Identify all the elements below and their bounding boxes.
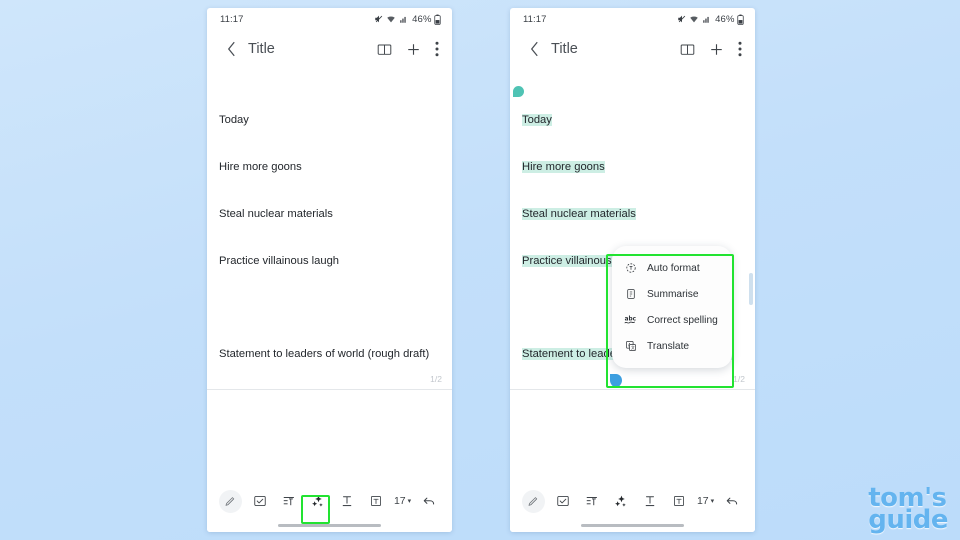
signal-icon <box>399 14 409 24</box>
add-icon[interactable] <box>406 42 421 57</box>
font-size-selector[interactable]: 17 ▾ <box>697 495 714 507</box>
note-line: Hire more goons <box>219 160 302 173</box>
translate-icon: A文 <box>624 339 638 353</box>
status-indicators: 46% <box>677 14 744 25</box>
note-line: Steal nuclear materials <box>522 207 741 223</box>
undo-icon[interactable] <box>419 491 440 512</box>
note-body[interactable]: Today Hire more goons Steal nuclear mate… <box>207 68 452 390</box>
menu-item-label: Translate <box>647 340 690 352</box>
add-icon[interactable] <box>709 42 724 57</box>
page-indicator: 1/2 <box>430 374 442 384</box>
view-mode-icon[interactable] <box>680 42 695 57</box>
menu-item-summarise[interactable]: Summarise <box>612 281 732 307</box>
app-header: Title <box>510 30 755 68</box>
battery-percent: 46% <box>412 13 432 25</box>
menu-item-auto-format[interactable]: Auto format <box>612 255 732 281</box>
auto-format-icon <box>624 261 638 275</box>
text-box-icon[interactable] <box>668 491 689 512</box>
mute-icon <box>677 14 687 24</box>
font-size-selector[interactable]: 17 ▾ <box>394 495 411 507</box>
system-nav-bar <box>510 518 755 532</box>
ai-assist-icon[interactable] <box>610 491 631 512</box>
font-size-value: 17 <box>696 495 709 507</box>
chevron-down-icon: ▾ <box>710 498 715 505</box>
status-indicators: 46% <box>374 14 441 25</box>
back-icon[interactable] <box>220 41 242 57</box>
page-title: Title <box>248 41 275 57</box>
editor-toolbar: 17 ▾ <box>510 484 755 518</box>
menu-item-translate[interactable]: A文 Translate <box>612 333 732 359</box>
battery-icon <box>737 14 744 25</box>
back-icon[interactable] <box>523 41 545 57</box>
font-size-value: 17 <box>393 495 406 507</box>
text-format-icon[interactable] <box>639 491 660 512</box>
selection-end-handle[interactable] <box>610 374 622 387</box>
ai-assist-icon[interactable] <box>307 491 328 512</box>
note-body[interactable]: Today Hire more goons Steal nuclear mate… <box>510 68 755 390</box>
status-time: 11:17 <box>220 13 244 25</box>
paragraph-format-icon[interactable] <box>279 491 300 512</box>
battery-icon <box>434 14 441 25</box>
svg-text:abc: abc <box>625 317 636 323</box>
note-line-text: Steal nuclear materials <box>522 207 636 220</box>
pen-icon[interactable] <box>522 489 545 513</box>
paragraph-format-icon[interactable] <box>582 491 603 512</box>
undo-icon[interactable] <box>722 491 743 512</box>
ai-context-menu: Auto format Summarise abc Correct spelli… <box>612 246 732 368</box>
note-divider <box>510 389 755 390</box>
header-actions <box>680 41 742 57</box>
note-line: Statement to leaders of world (rough dra… <box>219 348 430 361</box>
phone-screenshot-right: 11:17 46% Title Today Hire more goons St… <box>510 8 755 532</box>
checklist-icon[interactable] <box>250 491 271 512</box>
pen-icon[interactable] <box>219 489 242 513</box>
system-nav-bar <box>207 518 452 532</box>
page-indicator: 1/2 <box>733 374 745 384</box>
note-line: Steal nuclear materials <box>219 207 333 220</box>
menu-item-correct-spelling[interactable]: abc Correct spelling <box>612 307 732 333</box>
page-title: Title <box>551 41 578 57</box>
status-time: 11:17 <box>523 13 547 25</box>
more-options-icon[interactable] <box>435 41 439 57</box>
phone-screenshot-left: 11:17 46% Title Today Hire more goons St… <box>207 8 452 532</box>
header-actions <box>377 41 439 57</box>
note-line: Practice villainous laugh <box>219 254 340 267</box>
summarise-icon <box>624 287 638 301</box>
menu-item-label: Correct spelling <box>647 314 718 326</box>
note-line: Today <box>219 114 249 127</box>
scrollbar-thumb[interactable] <box>749 273 753 305</box>
editor-toolbar: 17 ▾ <box>207 484 452 518</box>
selection-start-handle[interactable] <box>513 86 524 97</box>
toms-guide-watermark: tom's guide <box>868 485 948 535</box>
text-format-icon[interactable] <box>336 491 357 512</box>
menu-item-label: Summarise <box>647 288 699 300</box>
note-line: Hire more goons <box>522 160 741 176</box>
chevron-down-icon: ▾ <box>407 498 412 505</box>
note-next-page <box>510 390 755 484</box>
more-options-icon[interactable] <box>738 41 742 57</box>
nav-gesture-pill[interactable] <box>581 523 684 527</box>
app-header: Title <box>207 30 452 68</box>
mute-icon <box>374 14 384 24</box>
wifi-icon <box>386 14 396 24</box>
menu-item-label: Auto format <box>647 262 700 274</box>
nav-gesture-pill[interactable] <box>278 523 381 527</box>
signal-icon <box>702 14 712 24</box>
checklist-icon[interactable] <box>553 491 574 512</box>
battery-percent: 46% <box>715 13 735 25</box>
note-next-page <box>207 390 452 484</box>
svg-text:文: 文 <box>631 345 635 350</box>
status-bar: 11:17 46% <box>207 8 452 30</box>
note-divider <box>207 389 452 390</box>
note-text[interactable]: Today Hire more goons Steal nuclear mate… <box>207 68 452 390</box>
view-mode-icon[interactable] <box>377 42 392 57</box>
watermark-line-2: guide <box>868 505 948 535</box>
note-line-text: Today <box>522 114 552 127</box>
note-line-text: Hire more goons <box>522 160 605 173</box>
text-box-icon[interactable] <box>365 491 386 512</box>
status-bar: 11:17 46% <box>510 8 755 30</box>
correct-spelling-icon: abc <box>624 313 638 327</box>
note-line: Today <box>522 113 741 129</box>
wifi-icon <box>689 14 699 24</box>
